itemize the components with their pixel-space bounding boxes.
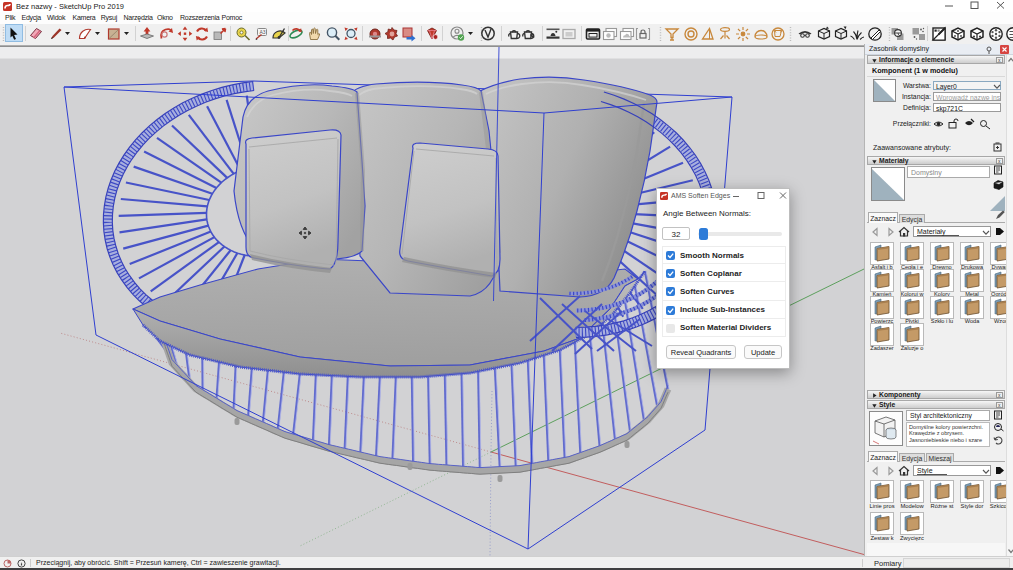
svg-text:A3: A3 — [260, 29, 266, 35]
